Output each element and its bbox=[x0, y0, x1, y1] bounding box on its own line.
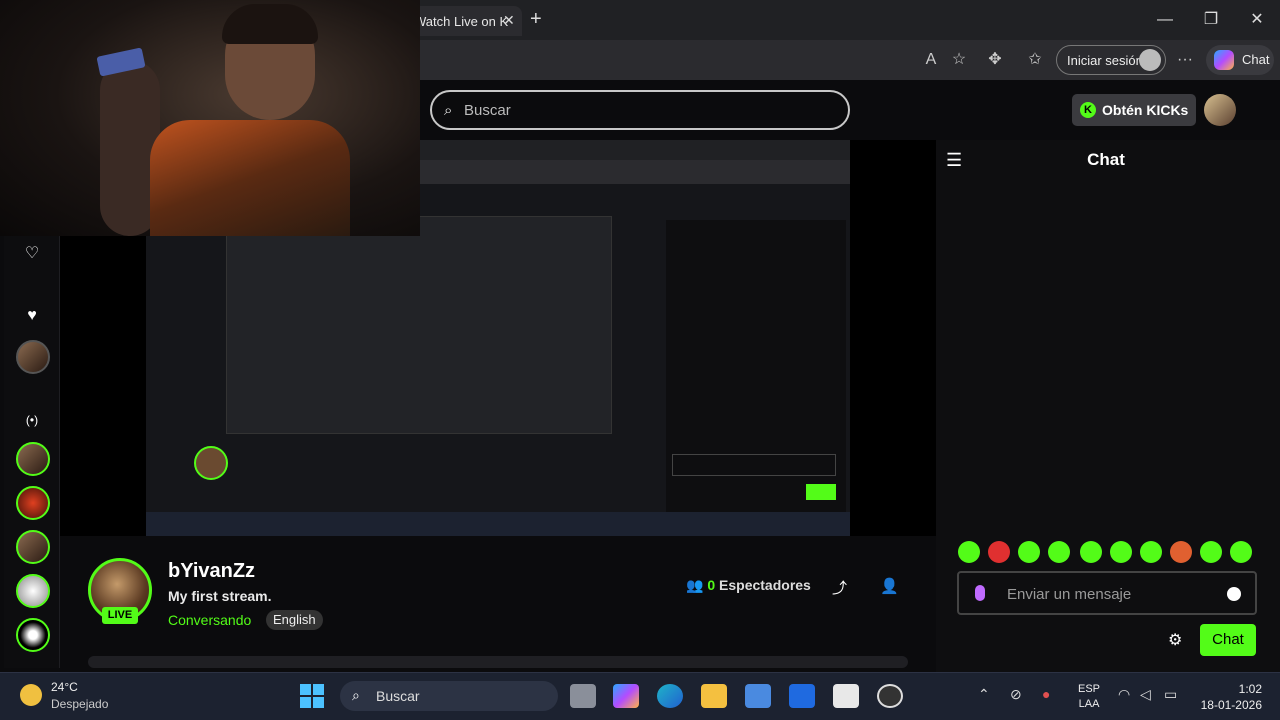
clock-time: 1:02 bbox=[1238, 682, 1262, 696]
streamer-name[interactable]: bYivanZz bbox=[168, 560, 255, 583]
taskbar-search-icon: ⌕ bbox=[352, 687, 360, 703]
emote-icon[interactable] bbox=[1048, 541, 1070, 563]
obs-icon[interactable] bbox=[877, 684, 903, 708]
sidebar-channel-1[interactable] bbox=[16, 442, 50, 476]
input-language[interactable]: ESP LAA bbox=[1078, 682, 1100, 712]
tray-mic-icon[interactable]: ● bbox=[1042, 686, 1050, 702]
moon-icon bbox=[20, 684, 42, 706]
live-broadcast-icon: (•) bbox=[25, 413, 39, 427]
system-clock[interactable]: 1:02 18-01-2026 bbox=[1198, 681, 1262, 713]
get-kicks-button[interactable]: K Obtén KICKs bbox=[1072, 94, 1196, 126]
emoji-icon[interactable] bbox=[1227, 587, 1241, 601]
sidebar-channel-3[interactable] bbox=[16, 530, 50, 564]
webcam-overlay bbox=[0, 0, 420, 236]
copilot-chat-label: Chat bbox=[1242, 52, 1270, 67]
volume-icon[interactable]: ◁ bbox=[1140, 686, 1151, 703]
wifi-icon[interactable]: ◠ bbox=[1118, 686, 1130, 703]
sidebar-channel-2[interactable] bbox=[16, 486, 50, 520]
emote-icon[interactable] bbox=[988, 541, 1010, 563]
close-window-button[interactable]: ✕ bbox=[1242, 8, 1272, 32]
favorites-icon[interactable]: ✩ bbox=[1022, 48, 1048, 72]
copilot-taskbar-icon[interactable] bbox=[613, 684, 639, 708]
emote-icon[interactable] bbox=[1080, 541, 1102, 563]
sidebar-channel-5[interactable] bbox=[16, 618, 50, 652]
copilot-icon bbox=[1214, 50, 1234, 70]
user-avatar[interactable] bbox=[1204, 94, 1236, 126]
file-explorer-icon[interactable] bbox=[701, 684, 727, 708]
minimize-button[interactable]: — bbox=[1150, 8, 1180, 32]
copilot-chat-button[interactable]: Chat bbox=[1206, 45, 1274, 75]
profile-icon bbox=[1139, 49, 1161, 71]
search-input[interactable]: ⌕ Buscar bbox=[430, 90, 850, 130]
read-aloud-icon[interactable]: A bbox=[918, 48, 944, 72]
viewer-number: 0 bbox=[707, 577, 716, 593]
clock-date: 18-01-2026 bbox=[1200, 698, 1262, 712]
browser-tab-title: Watch Live on K bbox=[414, 14, 509, 29]
following-heart-icon[interactable]: ♡ bbox=[18, 240, 46, 268]
get-kicks-label: Obtén KICKs bbox=[1102, 102, 1189, 118]
emote-icon[interactable] bbox=[1230, 541, 1252, 563]
dropbox-icon[interactable] bbox=[789, 684, 815, 708]
mic-icon[interactable] bbox=[975, 585, 985, 601]
more-menu-icon[interactable]: ··· bbox=[1172, 48, 1198, 72]
sidebar: ♡ ♥ (•) bbox=[4, 236, 60, 668]
weather-temperature: 24°C bbox=[51, 680, 78, 694]
battery-icon[interactable]: ▭ bbox=[1164, 686, 1177, 703]
language-tag[interactable]: English bbox=[266, 610, 323, 630]
chat-message-input[interactable]: Enviar un mensaje bbox=[957, 571, 1257, 615]
windows-start-icon[interactable] bbox=[300, 684, 324, 708]
taskbar-search-label: Buscar bbox=[376, 688, 420, 704]
emote-icon[interactable] bbox=[1140, 541, 1162, 563]
emote-icon[interactable] bbox=[1110, 541, 1132, 563]
sidebar-avatar-user[interactable] bbox=[16, 340, 50, 374]
stream-title: My first stream. bbox=[168, 588, 272, 604]
tab-close-icon[interactable]: ✕ bbox=[503, 12, 515, 29]
new-tab-button[interactable]: + bbox=[530, 8, 542, 31]
emote-icon[interactable] bbox=[1018, 541, 1040, 563]
heart-icon[interactable]: ♥ bbox=[18, 302, 46, 330]
signin-button[interactable]: Iniciar sesión bbox=[1056, 45, 1166, 75]
stream-category[interactable]: Conversando bbox=[168, 612, 251, 628]
emote-icon[interactable] bbox=[1170, 541, 1192, 563]
viewers-icon: 👥 bbox=[686, 577, 708, 593]
chat-placeholder: Enviar un mensaje bbox=[1007, 586, 1132, 603]
follow-user-icon[interactable]: 👤 bbox=[880, 577, 899, 595]
task-view-icon[interactable] bbox=[570, 684, 596, 708]
amazon-icon[interactable] bbox=[833, 684, 859, 708]
live-badge: LIVE bbox=[102, 607, 138, 624]
search-placeholder: Buscar bbox=[464, 102, 511, 119]
chat-settings-gear-icon[interactable]: ⚙ bbox=[1168, 630, 1182, 650]
edge-taskbar-icon[interactable] bbox=[657, 684, 683, 708]
tray-chevron-icon[interactable]: ⌃ bbox=[978, 686, 990, 703]
emote-icon[interactable] bbox=[958, 541, 980, 563]
sidebar-channel-4[interactable] bbox=[16, 574, 50, 608]
store-icon[interactable] bbox=[745, 684, 771, 708]
horizontal-scrollbar[interactable] bbox=[88, 656, 908, 668]
viewer-count: 👥 0 Espectadores bbox=[686, 577, 811, 594]
search-icon: ⌕ bbox=[444, 102, 453, 119]
extensions-icon[interactable]: ✥ bbox=[982, 48, 1008, 72]
lang-top: ESP bbox=[1078, 683, 1101, 695]
kick-logo-icon: K bbox=[1080, 102, 1096, 118]
tray-network-off-icon[interactable]: ⊘ bbox=[1010, 686, 1022, 703]
weather-condition: Despejado bbox=[51, 697, 109, 711]
share-icon[interactable]: ⤴ bbox=[832, 577, 847, 598]
send-chat-button[interactable]: Chat bbox=[1200, 624, 1256, 656]
favorite-star-icon[interactable]: ☆ bbox=[946, 48, 972, 72]
restore-button[interactable]: ❐ bbox=[1196, 8, 1226, 32]
emote-icon[interactable] bbox=[1200, 541, 1222, 563]
lang-bottom: LAA bbox=[1078, 698, 1100, 710]
signin-label: Iniciar sesión bbox=[1067, 53, 1143, 68]
viewer-label: Espectadores bbox=[719, 577, 811, 593]
taskbar-search[interactable]: ⌕ Buscar bbox=[340, 681, 558, 711]
chat-title: Chat bbox=[1087, 150, 1125, 169]
